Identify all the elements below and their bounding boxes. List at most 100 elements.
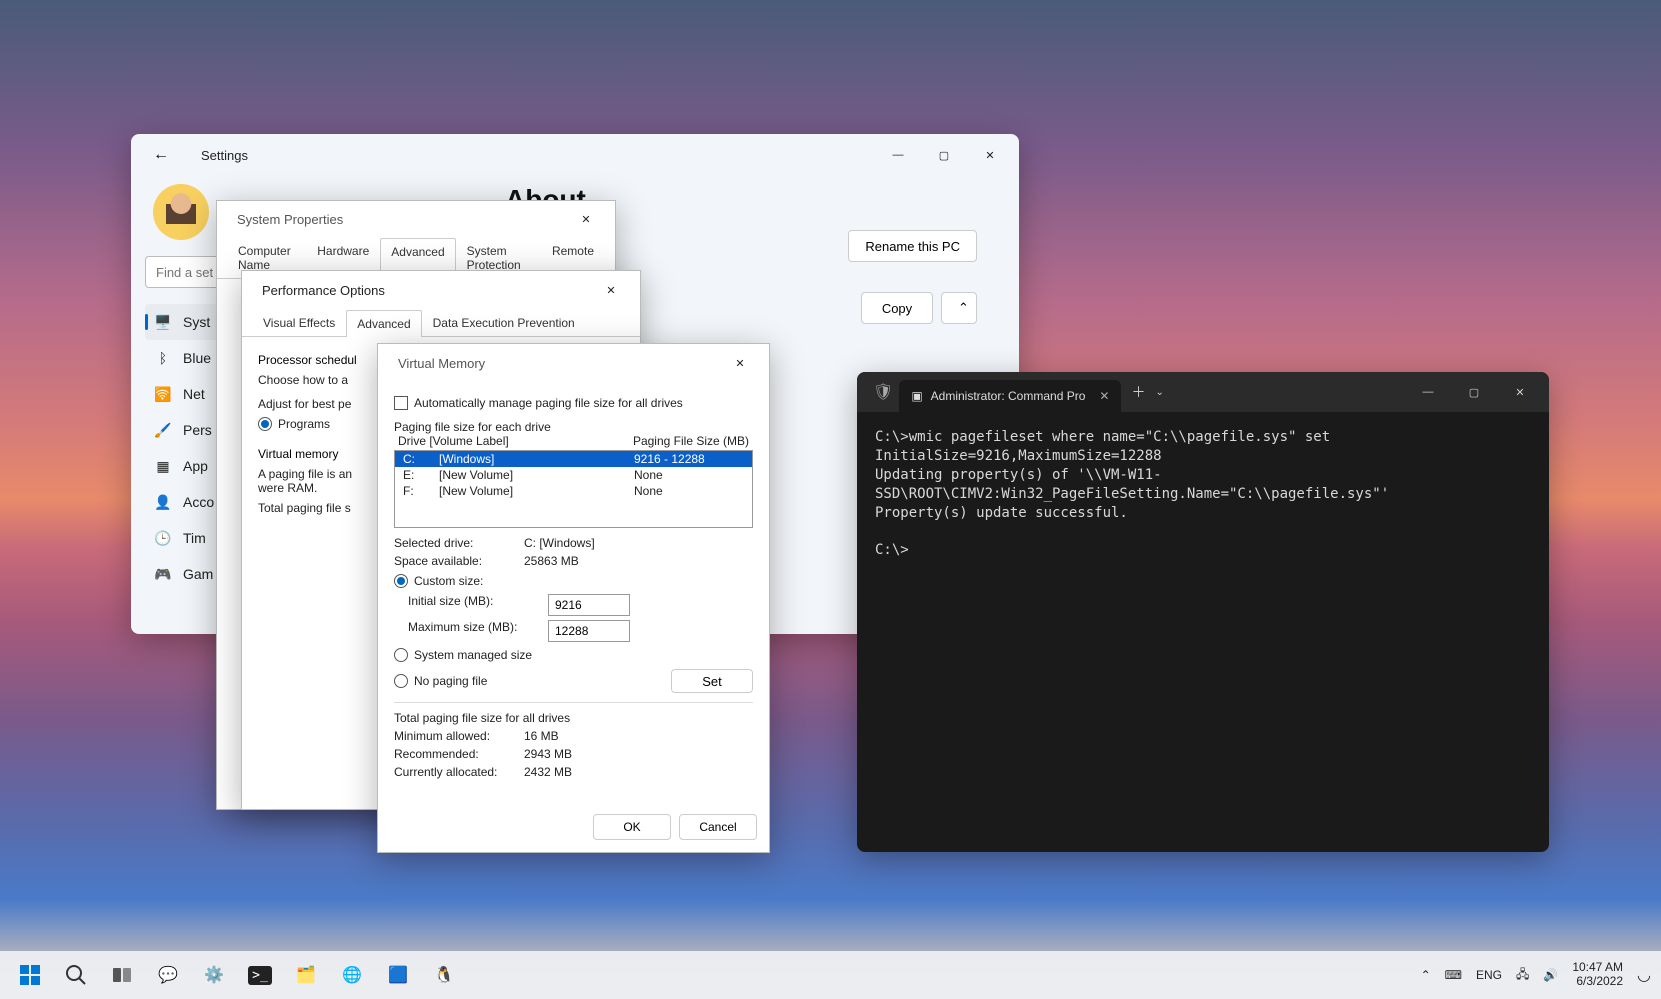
tab[interactable]: Visual Effects — [252, 309, 346, 336]
terminal-window: 🛡 ▣ Administrator: Command Pro ✕ ＋ ⌄ — ▢… — [857, 372, 1549, 852]
maximize-button[interactable]: ▢ — [921, 139, 967, 171]
auto-manage-label: Automatically manage paging file size fo… — [414, 396, 683, 410]
language-indicator[interactable]: ENG — [1476, 968, 1502, 982]
selected-drive-value: C: [Windows] — [524, 536, 595, 550]
no-paging-radio[interactable] — [394, 674, 408, 688]
nav-label: Net — [183, 386, 205, 402]
close-button[interactable]: ✕ — [717, 347, 763, 379]
network-icon[interactable]: 🖧 — [1516, 965, 1529, 986]
settings-titlebar: ← Settings — ▢ ✕ — [131, 134, 1019, 176]
virtual-memory-dialog: Virtual Memory ✕ Automatically manage pa… — [377, 343, 770, 853]
vmem-title: Virtual Memory — [384, 356, 717, 371]
system-tray: ⌃ ⌨ ENG 🖧 🔊 10:47 AM 6/3/2022 ◡ — [1421, 961, 1651, 989]
initial-size-label: Initial size (MB): — [408, 594, 538, 616]
max-size-input[interactable] — [548, 620, 630, 642]
terminal-output[interactable]: C:\>wmic pagefileset where name="C:\\pag… — [857, 412, 1549, 576]
perfopts-tabs: Visual EffectsAdvancedData Execution Pre… — [242, 309, 640, 337]
tab[interactable]: Data Execution Prevention — [422, 309, 586, 336]
start-button[interactable] — [10, 955, 50, 995]
drive-row[interactable]: E:[New Volume]None — [395, 467, 752, 483]
nav-icon: 🕒 — [155, 530, 171, 546]
app-icon[interactable]: 🟦 — [378, 955, 418, 995]
no-paging-label: No paging file — [414, 674, 487, 688]
close-button[interactable]: ✕ — [588, 274, 634, 306]
close-button[interactable]: ✕ — [967, 139, 1013, 171]
notifications-icon[interactable]: ◡ — [1637, 965, 1651, 985]
drive-row[interactable]: F:[New Volume]None — [395, 483, 752, 499]
nav-label: Syst — [183, 314, 210, 330]
perfopts-title: Performance Options — [248, 283, 588, 298]
explorer-icon[interactable]: 🗂️ — [286, 955, 326, 995]
system-managed-label: System managed size — [414, 648, 532, 662]
tray-chevron-icon[interactable]: ⌃ — [1421, 968, 1431, 982]
close-button[interactable]: ✕ — [563, 203, 609, 235]
new-tab-button[interactable]: ＋ — [1131, 382, 1145, 402]
drive-row[interactable]: C:[Windows]9216 - 12288 — [395, 451, 752, 467]
checkbox-icon — [394, 396, 408, 410]
minimize-button[interactable]: — — [875, 139, 921, 171]
totals-heading: Total paging file size for all drives — [394, 711, 753, 725]
terminal-icon[interactable]: >_ — [240, 955, 280, 995]
expand-button[interactable]: ⌃ — [941, 292, 977, 324]
drives-list[interactable]: C:[Windows]9216 - 12288E:[New Volume]Non… — [394, 450, 753, 528]
volume-icon[interactable]: 🔊 — [1543, 968, 1558, 982]
copy-button[interactable]: Copy — [861, 292, 933, 324]
space-value: 25863 MB — [524, 554, 579, 568]
paging-section-label: Paging file size for each drive — [394, 420, 753, 434]
min-value: 16 MB — [524, 729, 559, 743]
taskbar: 💬 ⚙️ >_ 🗂️ 🌐 🟦 🐧 ⌃ ⌨ ENG 🖧 🔊 10:47 AM 6/… — [0, 951, 1661, 999]
nav-label: Gam — [183, 566, 213, 582]
back-icon[interactable]: ← — [153, 146, 169, 164]
maximize-button[interactable]: ▢ — [1451, 376, 1497, 408]
nav-icon: 🎮 — [155, 566, 171, 582]
ok-button[interactable]: OK — [593, 814, 671, 840]
space-label: Space available: — [394, 554, 524, 568]
set-button[interactable]: Set — [671, 669, 753, 693]
nav-label: Acco — [183, 494, 214, 510]
col-pfs: Paging File Size (MB) — [633, 434, 749, 448]
keyboard-icon[interactable]: ⌨ — [1445, 968, 1462, 982]
minimize-button[interactable]: — — [1405, 376, 1451, 408]
chat-icon[interactable]: 💬 — [148, 955, 188, 995]
terminal-tab[interactable]: ▣ Administrator: Command Pro ✕ — [899, 380, 1121, 412]
custom-size-label: Custom size: — [414, 574, 483, 588]
custom-size-radio[interactable] — [394, 574, 408, 588]
settings-icon[interactable]: ⚙️ — [194, 955, 234, 995]
min-label: Minimum allowed: — [394, 729, 524, 743]
tab[interactable]: Advanced — [346, 310, 421, 337]
cmd-icon: ▣ — [911, 389, 922, 403]
nav-icon: 👤 — [155, 494, 171, 510]
max-size-label: Maximum size (MB): — [408, 620, 538, 642]
nav-icon: 🖌️ — [155, 422, 171, 438]
nav-label: Pers — [183, 422, 212, 438]
nav-label: App — [183, 458, 208, 474]
cur-value: 2432 MB — [524, 765, 572, 779]
initial-size-input[interactable] — [548, 594, 630, 616]
system-managed-radio[interactable] — [394, 648, 408, 662]
edge-icon[interactable]: 🌐 — [332, 955, 372, 995]
search-button[interactable] — [56, 955, 96, 995]
terminal-tab-title: Administrator: Command Pro — [931, 389, 1086, 403]
nav-icon: 🛜 — [155, 386, 171, 402]
avatar[interactable] — [153, 184, 209, 240]
cur-label: Currently allocated: — [394, 765, 524, 779]
tab-dropdown-icon[interactable]: ⌄ — [1155, 387, 1163, 398]
cancel-button[interactable]: Cancel — [679, 814, 757, 840]
auto-manage-checkbox[interactable]: Automatically manage paging file size fo… — [394, 396, 753, 410]
tab-close-icon[interactable]: ✕ — [1099, 389, 1109, 403]
app-icon-2[interactable]: 🐧 — [424, 955, 464, 995]
settings-title: Settings — [187, 148, 875, 163]
task-view-button[interactable] — [102, 955, 142, 995]
clock-time: 10:47 AM — [1572, 961, 1623, 975]
close-button[interactable]: ✕ — [1497, 376, 1543, 408]
clock-date: 6/3/2022 — [1572, 975, 1623, 989]
rename-pc-button[interactable]: Rename this PC — [848, 230, 977, 262]
programs-radio[interactable] — [258, 417, 272, 431]
rec-value: 2943 MB — [524, 747, 572, 761]
nav-label: Tim — [183, 530, 206, 546]
nav-label: Blue — [183, 350, 211, 366]
nav-icon: 🖥️ — [155, 314, 171, 330]
nav-icon: ᛒ — [155, 350, 171, 366]
clock[interactable]: 10:47 AM 6/3/2022 — [1572, 961, 1623, 989]
nav-icon: ▦ — [155, 458, 171, 474]
